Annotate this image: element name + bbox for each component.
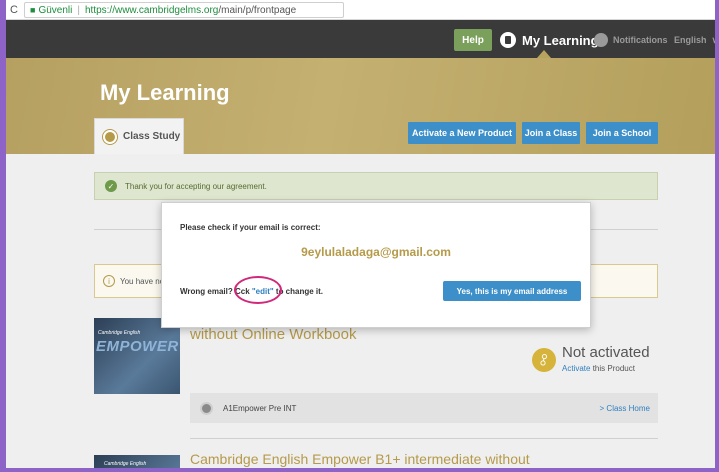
language-selector[interactable]: English ∨ — [674, 29, 719, 51]
url-text: https://www.cambridgelms.org/main/p/fron… — [85, 5, 296, 16]
info-icon: i — [103, 275, 115, 287]
url-separator: | — [77, 4, 80, 16]
agreement-alert: ✓ Thank you for accepting our agreement. — [94, 172, 658, 200]
browser-frame: C ■ Güvenli | https://www.cambridgelms.o… — [0, 0, 719, 472]
help-button[interactable]: Help — [454, 29, 492, 51]
nav-my-learning-label: My Learning — [522, 32, 599, 48]
tab-class-study-label: Class Study — [123, 131, 181, 142]
url-path: /main/p/frontpage — [218, 4, 297, 16]
activation-status: Not activated — [562, 344, 650, 361]
circle-icon — [200, 401, 213, 415]
url-host: https://www.cambridgelms.org — [84, 4, 219, 16]
activate-link[interactable]: Activate — [562, 364, 590, 373]
product-title[interactable]: Cambridge English Empower B1+ intermedia… — [190, 452, 530, 466]
address-bar: C ■ Güvenli | https://www.cambridgelms.o… — [6, 0, 715, 20]
dialog-email: 9eylulaladaga@gmail.com — [301, 245, 451, 259]
activate-suffix: this Product — [590, 364, 635, 373]
join-school-button[interactable]: Join a School — [586, 122, 658, 144]
join-class-button[interactable]: Join a Class — [522, 122, 580, 144]
tab-class-study[interactable]: Class Study — [94, 118, 184, 154]
class-home-link[interactable]: > Class Home — [600, 404, 650, 413]
secure-label: Güvenli — [38, 4, 73, 16]
annotation-circle — [234, 276, 282, 304]
nav-my-learning[interactable]: My Learning — [500, 29, 599, 51]
check-icon: ✓ — [105, 180, 117, 192]
cover-brand: Cambridge English — [98, 330, 141, 336]
product-cover[interactable]: Cambridge English — [94, 455, 180, 468]
language-label: English — [674, 35, 707, 45]
top-navigation: Help My Learning Notifications English ∨ — [6, 20, 715, 58]
product-title[interactable]: without Online Workbook — [190, 326, 356, 343]
chevron-down-icon: ∨ — [711, 34, 719, 45]
class-row[interactable]: A1Empower Pre INT > Class Home — [190, 393, 658, 423]
divider — [190, 438, 658, 439]
confirm-email-button[interactable]: Yes, this is my email address — [443, 281, 581, 301]
active-nav-caret — [537, 50, 551, 58]
book-icon — [500, 32, 516, 48]
reload-icon[interactable]: C — [6, 4, 22, 16]
lock-icon: ■ — [30, 5, 36, 15]
cover-title: EMPOWER — [96, 338, 179, 355]
nav-notifications-label: Notifications — [613, 35, 668, 45]
activate-product-button[interactable]: Activate a New Product — [408, 122, 516, 144]
user-icon — [103, 129, 117, 144]
class-name: A1Empower Pre INT — [223, 403, 297, 413]
bell-icon — [594, 33, 608, 47]
nav-notifications[interactable]: Notifications — [594, 29, 668, 51]
dialog-question: Please check if your email is correct: — [180, 223, 321, 232]
page-title: My Learning — [100, 80, 230, 105]
activate-line: Activate this Product — [562, 364, 635, 373]
product-cover[interactable]: Cambridge English EMPOWER — [94, 318, 180, 394]
cover-brand: Cambridge English — [104, 461, 147, 467]
url-box[interactable]: ■ Güvenli | https://www.cambridgelms.org… — [24, 2, 344, 18]
agreement-text: Thank you for accepting our agreement. — [125, 181, 267, 191]
wrong-prefix: Wrong email? C — [180, 287, 241, 296]
email-confirm-dialog: Please check if your email is correct: 9… — [161, 202, 591, 328]
